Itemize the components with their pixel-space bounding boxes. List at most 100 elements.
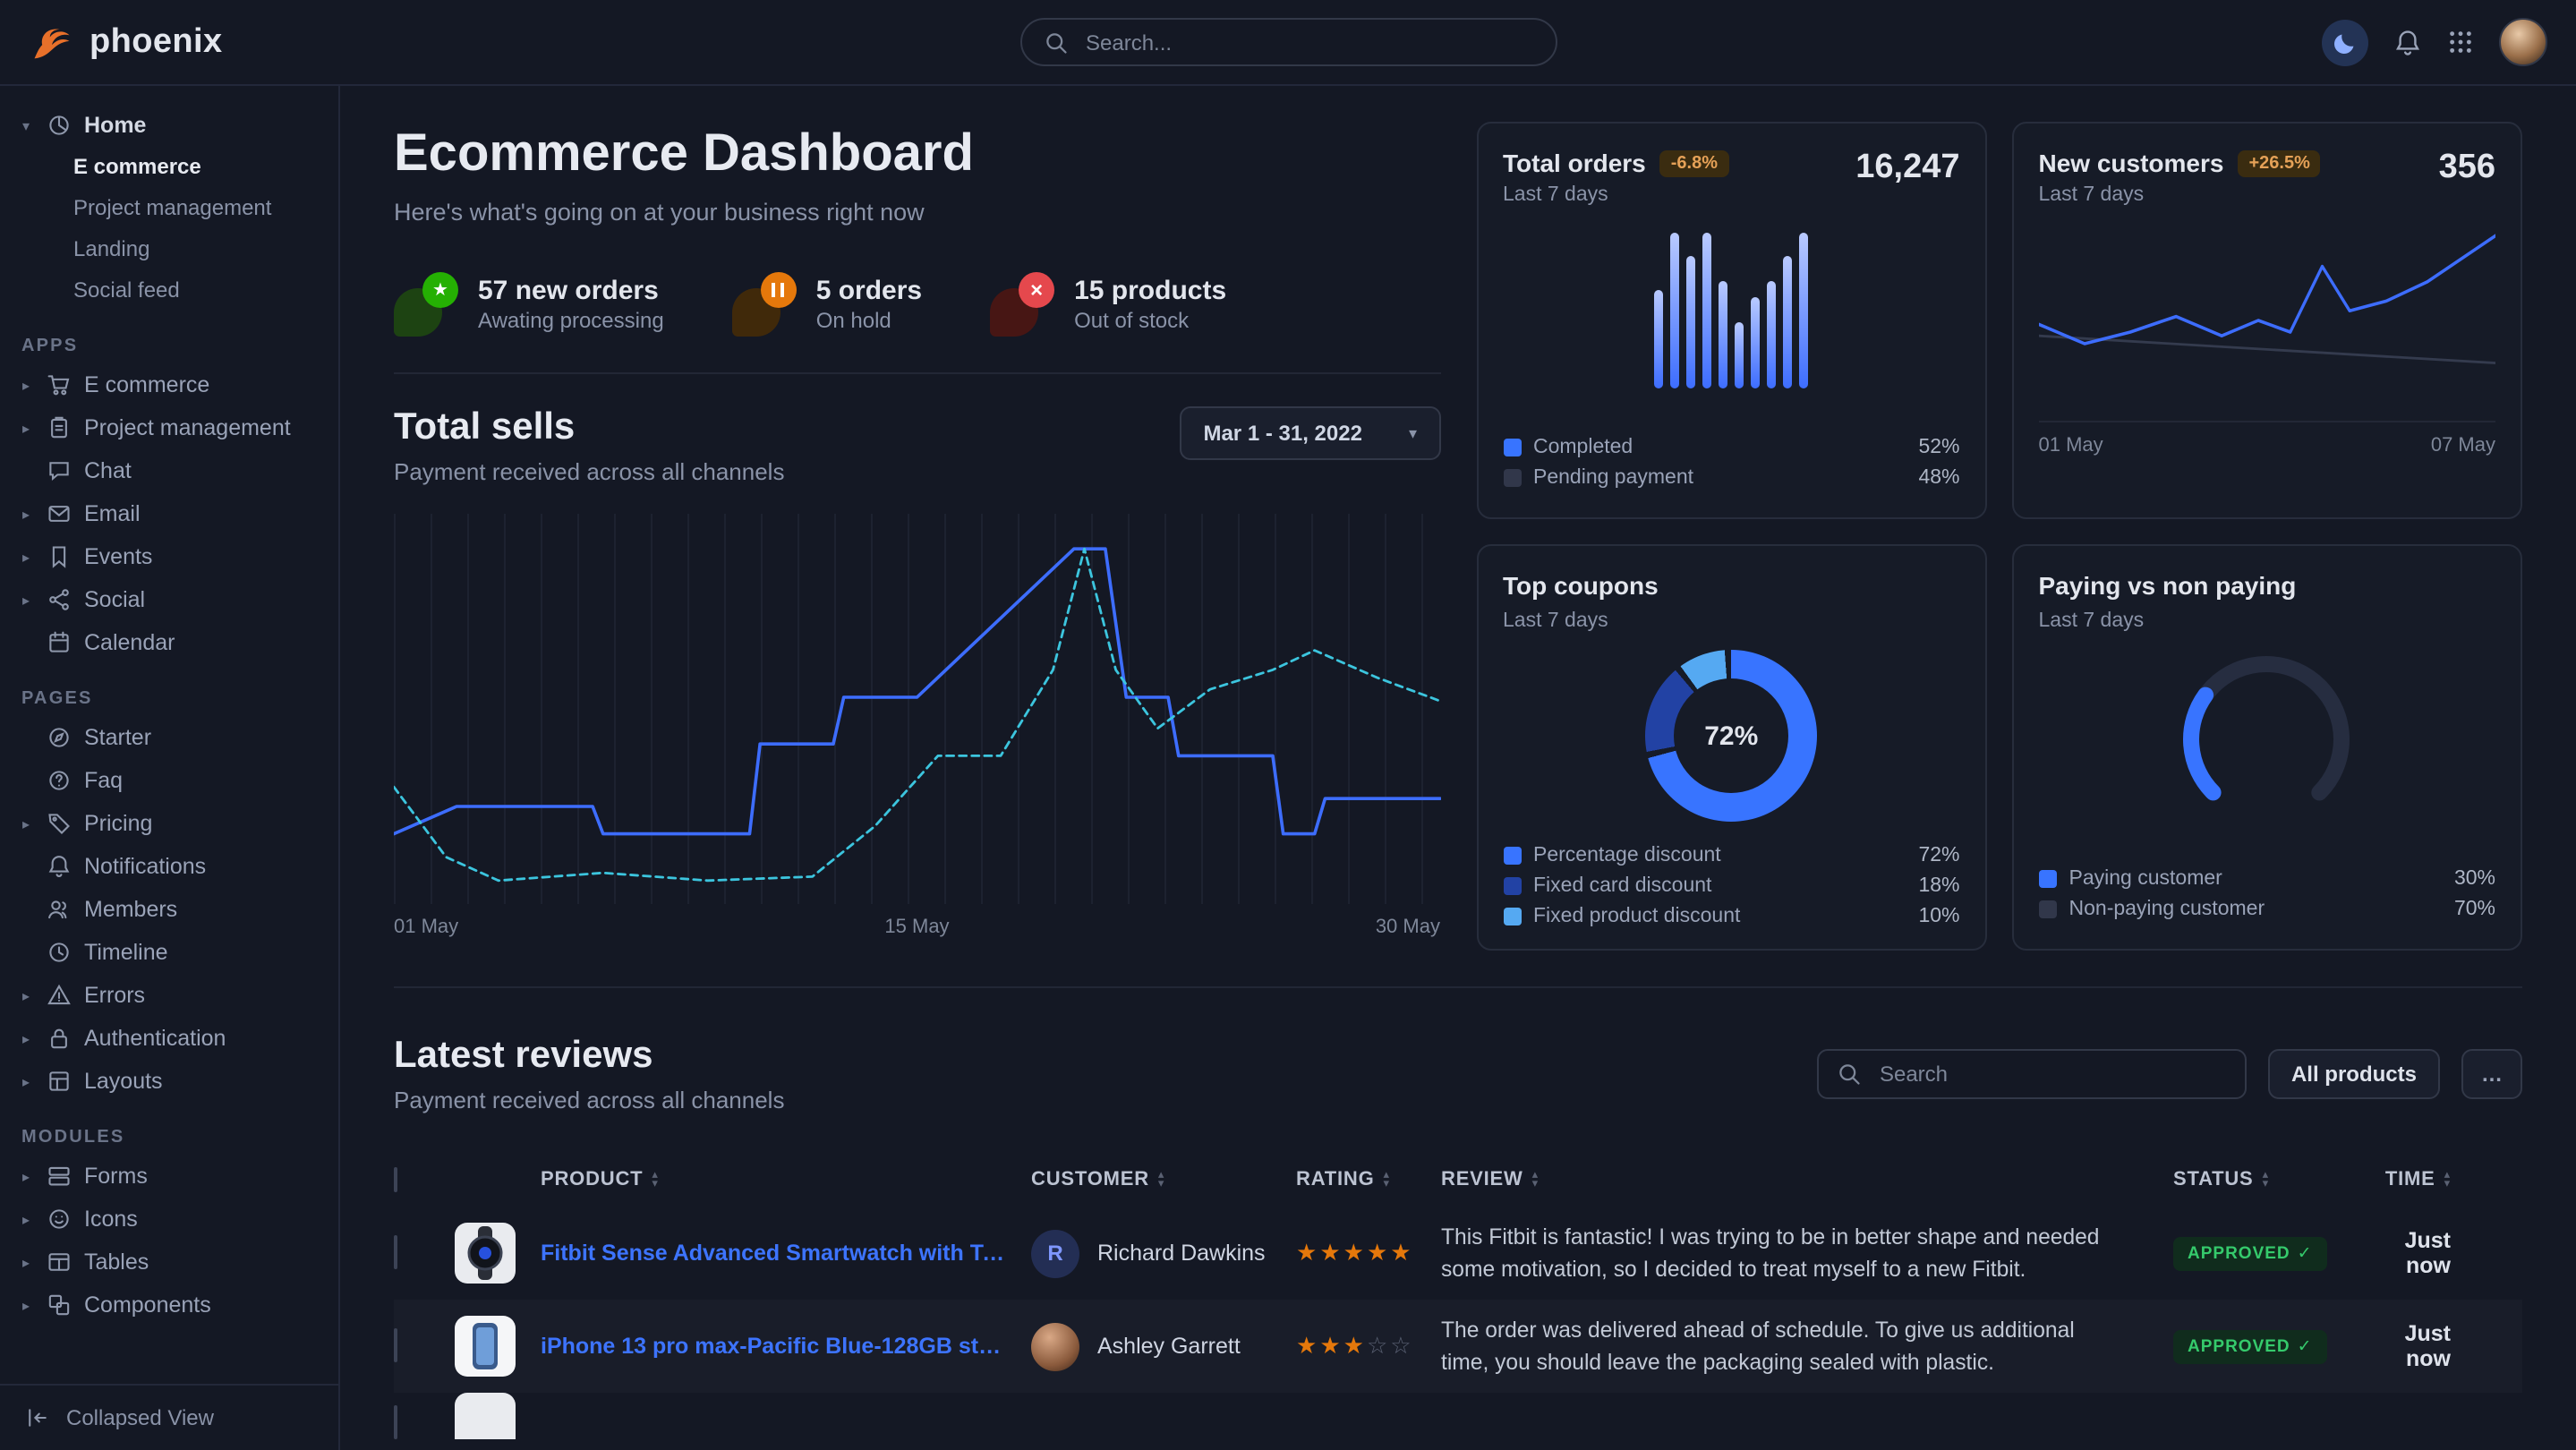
product-link[interactable]: Fitbit Sense Advanced Smartwatch with To… — [541, 1241, 1006, 1266]
card-period: Last 7 days — [1503, 184, 1728, 206]
sidebar-item-members[interactable]: Members — [0, 888, 338, 931]
column-header-review[interactable]: REVIEW▴▾ — [1441, 1169, 2173, 1190]
sidebar-item-email[interactable]: ▸Email — [0, 492, 338, 535]
check-icon: ✓ — [2298, 1244, 2313, 1264]
global-search[interactable] — [1019, 18, 1557, 66]
sidebar-item-landing[interactable]: Landing — [0, 229, 338, 270]
sidebar-item-errors[interactable]: ▸Errors — [0, 974, 338, 1017]
x-axis-labels: 01 May 15 May 30 May — [394, 917, 1440, 938]
column-header-customer[interactable]: CUSTOMER▴▾ — [1031, 1169, 1296, 1190]
sidebar-section-apps: APPS — [21, 337, 317, 356]
total-sells-title: Total sells — [394, 406, 784, 449]
trend-badge: -6.8% — [1660, 149, 1728, 176]
reviews-search[interactable] — [1817, 1049, 2247, 1099]
chevron-right-icon: ▸ — [18, 1211, 34, 1227]
brand-name: phoenix — [90, 22, 223, 62]
legend-value: 70% — [2454, 898, 2495, 919]
column-header-product[interactable]: PRODUCT▴▾ — [455, 1169, 1031, 1190]
sidebar-item-label: Components — [84, 1292, 211, 1318]
bar — [1702, 232, 1711, 388]
row-checkbox[interactable] — [394, 1328, 397, 1362]
sort-icon: ▴▾ — [1532, 1171, 1539, 1189]
collapsed-view-toggle[interactable]: Collapsed View — [0, 1384, 338, 1450]
star-badge-icon: ★ — [394, 272, 458, 337]
legend-value: 52% — [1918, 436, 1959, 457]
row-checkbox[interactable] — [394, 1235, 397, 1269]
card-title: New customers — [2039, 149, 2224, 177]
chevron-right-icon: ▸ — [18, 1073, 34, 1089]
chevron-right-icon: ▸ — [18, 377, 34, 393]
product-image-iphone — [455, 1316, 516, 1377]
sidebar-item-ecommerce[interactable]: E commerce — [0, 147, 338, 188]
reviews-search-input[interactable] — [1876, 1060, 2227, 1088]
card-period: Last 7 days — [1503, 610, 1960, 632]
column-header-status[interactable]: STATUS▴▾ — [2173, 1169, 2363, 1190]
sidebar-item-layouts[interactable]: ▸Layouts — [0, 1060, 338, 1103]
sort-icon: ▴▾ — [2263, 1171, 2269, 1189]
legend-value: 72% — [1918, 844, 1959, 866]
product-image — [455, 1393, 516, 1439]
chevron-right-icon: ▸ — [18, 592, 34, 608]
trend-badge: +26.5% — [2238, 149, 2320, 176]
sidebar-item-starter[interactable]: Starter — [0, 716, 338, 759]
sidebar-item-faq[interactable]: Faq — [0, 759, 338, 802]
bookmark-icon — [47, 544, 72, 569]
sidebar-item-chat[interactable]: Chat — [0, 449, 338, 492]
user-avatar[interactable] — [2499, 18, 2547, 66]
sidebar-item-home[interactable]: ▾ Home — [0, 104, 338, 147]
stat-value: 15 products — [1074, 275, 1226, 309]
bar — [1799, 232, 1808, 388]
calendar-icon — [47, 630, 72, 655]
sidebar-item-project-management[interactable]: Project management — [0, 188, 338, 229]
customer-initial-avatar: R — [1031, 1229, 1079, 1277]
sidebar-item-social-feed[interactable]: Social feed — [0, 270, 338, 311]
sidebar-item-components[interactable]: ▸Components — [0, 1284, 338, 1326]
review-time: Just now — [2363, 1228, 2522, 1278]
stat-caption: On hold — [816, 309, 922, 334]
all-products-button[interactable]: All products — [2268, 1049, 2440, 1099]
sidebar-item-social[interactable]: ▸Social — [0, 578, 338, 621]
select-all-checkbox[interactable] — [394, 1167, 397, 1192]
sidebar-item-project-management-app[interactable]: ▸Project management — [0, 406, 338, 449]
stat-value: 57 new orders — [478, 275, 664, 309]
sidebar-item-label: Icons — [84, 1207, 138, 1232]
column-header-time[interactable]: TIME▴▾ — [2363, 1169, 2522, 1190]
collapsed-view-label: Collapsed View — [66, 1405, 214, 1430]
sidebar-item-events[interactable]: ▸Events — [0, 535, 338, 578]
search-input[interactable] — [1082, 28, 1533, 56]
clock-icon — [47, 940, 72, 965]
top-coupons-card: Top coupons Last 7 days 72% Percentage d… — [1476, 544, 1987, 951]
sidebar-item-forms[interactable]: ▸Forms — [0, 1155, 338, 1198]
new-customers-chart — [2039, 224, 2496, 417]
sidebar-item-icons[interactable]: ▸ Icons — [0, 1198, 338, 1241]
hero-section: Ecommerce Dashboard Here's what's going … — [394, 122, 1440, 951]
column-header-rating[interactable]: RATING▴▾ — [1296, 1169, 1441, 1190]
product-link[interactable]: iPhone 13 pro max-Pacific Blue-128GB sto… — [541, 1334, 1006, 1359]
paying-legend: Paying customer30% Non-paying customer70… — [2039, 863, 2496, 924]
sidebar-item-pricing[interactable]: ▸Pricing — [0, 802, 338, 845]
nine-dots-grid-icon — [2447, 29, 2474, 55]
date-range-dropdown[interactable]: Mar 1 - 31, 2022 ▾ — [1180, 406, 1440, 460]
apps-grid-button[interactable] — [2447, 29, 2474, 55]
total-orders-card: Total orders -6.8% Last 7 days 16,247 Co… — [1476, 122, 1987, 519]
bar — [1670, 232, 1679, 388]
sidebar-item-calendar[interactable]: Calendar — [0, 621, 338, 664]
paying-card: Paying vs non paying Last 7 days Paying … — [2012, 544, 2523, 951]
row-checkbox[interactable] — [394, 1405, 397, 1439]
sidebar-item-tables[interactable]: ▸Tables — [0, 1241, 338, 1284]
sidebar-item-timeline[interactable]: Timeline — [0, 931, 338, 974]
notifications-button[interactable] — [2393, 28, 2422, 56]
customer-name: Ashley Garrett — [1097, 1334, 1241, 1359]
sidebar-item-label: Events — [84, 544, 152, 569]
card-period: Last 7 days — [2039, 610, 2496, 632]
bar — [1686, 257, 1695, 388]
sidebar-item-ecommerce-app[interactable]: ▸E commerce — [0, 363, 338, 406]
sidebar-item-authentication[interactable]: ▸Authentication — [0, 1017, 338, 1060]
more-options-button[interactable]: … — [2461, 1049, 2522, 1099]
brand[interactable]: phoenix — [29, 19, 223, 65]
phoenix-logo-icon — [29, 19, 75, 65]
sidebar-item-notifications[interactable]: Notifications — [0, 845, 338, 888]
theme-toggle-button[interactable] — [2322, 19, 2368, 65]
sidebar-section-modules: MODULES — [21, 1128, 317, 1147]
x-tick: 07 May — [2431, 435, 2495, 456]
